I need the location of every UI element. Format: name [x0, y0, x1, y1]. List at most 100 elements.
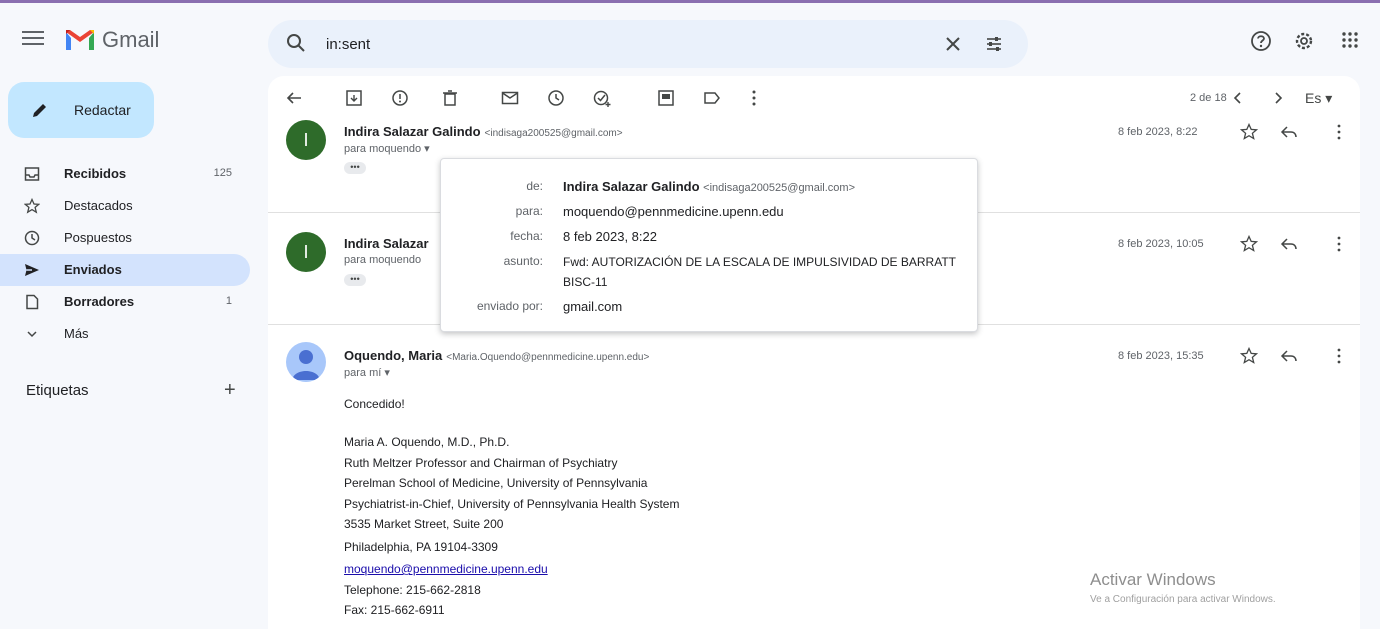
search-bar[interactable]	[268, 20, 1028, 68]
sidebar-nav: Recibidos 125 Destacados Pospuestos Envi…	[0, 158, 256, 350]
add-to-tasks-icon[interactable]	[592, 88, 612, 108]
send-icon	[25, 264, 39, 276]
recipient-details-popup: de: Indira Salazar Galindo <indisaga2005…	[440, 158, 978, 332]
sidebar-item-destacados[interactable]: Destacados	[0, 190, 250, 222]
popup-key: para:	[515, 204, 543, 218]
chevron-down-icon	[27, 331, 37, 338]
popup-to-value: moquendo@pennmedicine.upenn.edu	[563, 204, 784, 219]
more-vert-icon[interactable]	[1330, 235, 1348, 253]
page-count: 2 de 18	[1190, 92, 1227, 104]
mark-unread-icon[interactable]	[500, 88, 520, 108]
language-selector[interactable]: Es ▾	[1305, 90, 1332, 107]
popup-value: Indira Salazar Galindo <indisaga200525@g…	[563, 177, 963, 198]
popup-key: asunto:	[503, 254, 543, 268]
more-vert-icon[interactable]	[1330, 123, 1348, 141]
menu-icon-bar	[22, 37, 44, 39]
sender-name: Indira Salazar Galindo	[344, 124, 481, 139]
show-trimmed-content-button[interactable]: •••	[344, 162, 366, 174]
sender-name[interactable]: Indira Salazar	[344, 236, 429, 251]
back-arrow-icon[interactable]	[284, 88, 304, 108]
sidebar-item-label: Más	[64, 326, 89, 341]
clear-search-icon[interactable]	[944, 35, 962, 53]
message-body-greeting: Concedido!	[344, 397, 405, 411]
main-menu-button[interactable]	[22, 31, 44, 47]
reply-icon[interactable]	[1280, 123, 1298, 141]
sidebar-item-recibidos[interactable]: Recibidos 125	[0, 158, 250, 190]
header: Gmail	[0, 3, 1380, 73]
older-chevron-right-icon[interactable]	[1268, 88, 1288, 108]
sidebar-item-enviados[interactable]: Enviados	[0, 254, 250, 286]
sidebar-item-label: Enviados	[64, 262, 122, 277]
apps-grid-icon[interactable]	[1340, 30, 1360, 50]
move-to-icon[interactable]	[656, 88, 676, 108]
more-vert-icon[interactable]	[744, 88, 764, 108]
sender-line[interactable]: Indira Salazar Galindo <indisaga200525@gm…	[344, 124, 623, 139]
gmail-wordmark: Gmail	[102, 27, 160, 52]
labels-heading: Etiquetas	[26, 382, 89, 399]
recipient-text: para mí	[344, 367, 382, 379]
popup-key: de:	[526, 179, 543, 193]
caret-down-icon: ▾	[384, 367, 390, 379]
popup-date-value: 8 feb 2023, 8:22	[563, 229, 657, 244]
archive-icon[interactable]	[344, 88, 364, 108]
avatar[interactable]: I	[286, 232, 326, 272]
help-icon[interactable]	[1250, 30, 1272, 52]
fax-line: Fax: 215-662-6911	[344, 603, 445, 617]
recipient-details-toggle[interactable]: para moquendo ▾	[344, 142, 430, 155]
popup-from-email: <indisaga200525@gmail.com>	[703, 182, 855, 194]
language-value: Es	[1305, 90, 1322, 106]
signature-line: Psychiatrist-in-Chief, University of Pen…	[344, 496, 680, 511]
trash-icon[interactable]	[440, 88, 460, 108]
newer-chevron-left-icon[interactable]	[1228, 88, 1248, 108]
signature-line: Ruth Meltzer Professor and Chairman of P…	[344, 455, 618, 470]
search-icon[interactable]	[286, 33, 306, 53]
star-icon[interactable]	[1240, 235, 1258, 253]
reply-icon[interactable]	[1280, 235, 1298, 253]
popup-key: enviado por:	[476, 299, 543, 313]
popup-subject-value: Fwd: AUTORIZACIÓN DE LA ESCALA DE IMPULS…	[563, 255, 956, 289]
popup-from-name: Indira Salazar Galindo	[563, 179, 700, 194]
sidebar-item-borradores[interactable]: Borradores 1	[0, 286, 250, 318]
label-icon[interactable]	[702, 88, 722, 108]
unread-count: 125	[213, 167, 232, 179]
sender-email: <indisaga200525@gmail.com>	[484, 128, 623, 139]
show-trimmed-content-button[interactable]: •••	[344, 274, 366, 286]
message-date: 8 feb 2023, 8:22	[1118, 126, 1198, 138]
star-icon[interactable]	[1240, 347, 1258, 365]
windows-activation-subtitle: Ve a Configuración para activar Windows.	[1090, 594, 1276, 605]
menu-icon-bar	[22, 43, 44, 45]
email-link[interactable]: moquendo@pennmedicine.upenn.edu	[344, 559, 679, 580]
recipient-details-toggle[interactable]: para mí ▾	[344, 366, 390, 379]
avatar[interactable]: I	[286, 120, 326, 160]
settings-gear-icon[interactable]	[1293, 30, 1315, 52]
sender-line[interactable]: Oquendo, Maria <Maria.Oquendo@pennmedicin…	[344, 348, 649, 363]
signature-line: Maria A. Oquendo, M.D., Ph.D.	[344, 435, 510, 449]
sidebar-item-label: Borradores	[64, 294, 135, 309]
snooze-clock-icon[interactable]	[546, 88, 566, 108]
inbox-icon	[24, 167, 40, 181]
sidebar-item-label: Recibidos	[64, 166, 127, 181]
sender-name: Oquendo, Maria	[344, 348, 443, 363]
report-spam-icon[interactable]	[390, 88, 410, 108]
more-vert-icon[interactable]	[1330, 347, 1348, 365]
reply-icon[interactable]	[1280, 347, 1298, 365]
search-input[interactable]	[326, 32, 886, 56]
star-icon	[24, 198, 40, 214]
windows-activation-watermark: Activar Windows	[1090, 570, 1216, 589]
add-label-icon[interactable]: +	[224, 379, 236, 402]
search-options-icon[interactable]	[984, 34, 1004, 54]
sidebar-item-pospuestos[interactable]: Pospuestos	[0, 222, 250, 254]
recipient-text[interactable]: para moquendo	[344, 254, 421, 266]
sidebar-item-mas[interactable]: Más	[0, 318, 250, 350]
pencil-icon	[33, 104, 46, 117]
popup-key: fecha:	[510, 229, 543, 243]
signature-line: Perelman School of Medicine, University …	[344, 476, 648, 490]
sidebar-item-label: Destacados	[64, 198, 133, 213]
draft-icon	[26, 294, 39, 310]
avatar[interactable]	[286, 342, 326, 382]
star-icon[interactable]	[1240, 123, 1258, 141]
clock-icon	[24, 230, 40, 246]
compose-button[interactable]: Redactar	[8, 82, 154, 138]
gmail-logo[interactable]: Gmail	[64, 27, 159, 53]
message-toolbar: 2 de 18 Es ▾	[268, 76, 1360, 120]
